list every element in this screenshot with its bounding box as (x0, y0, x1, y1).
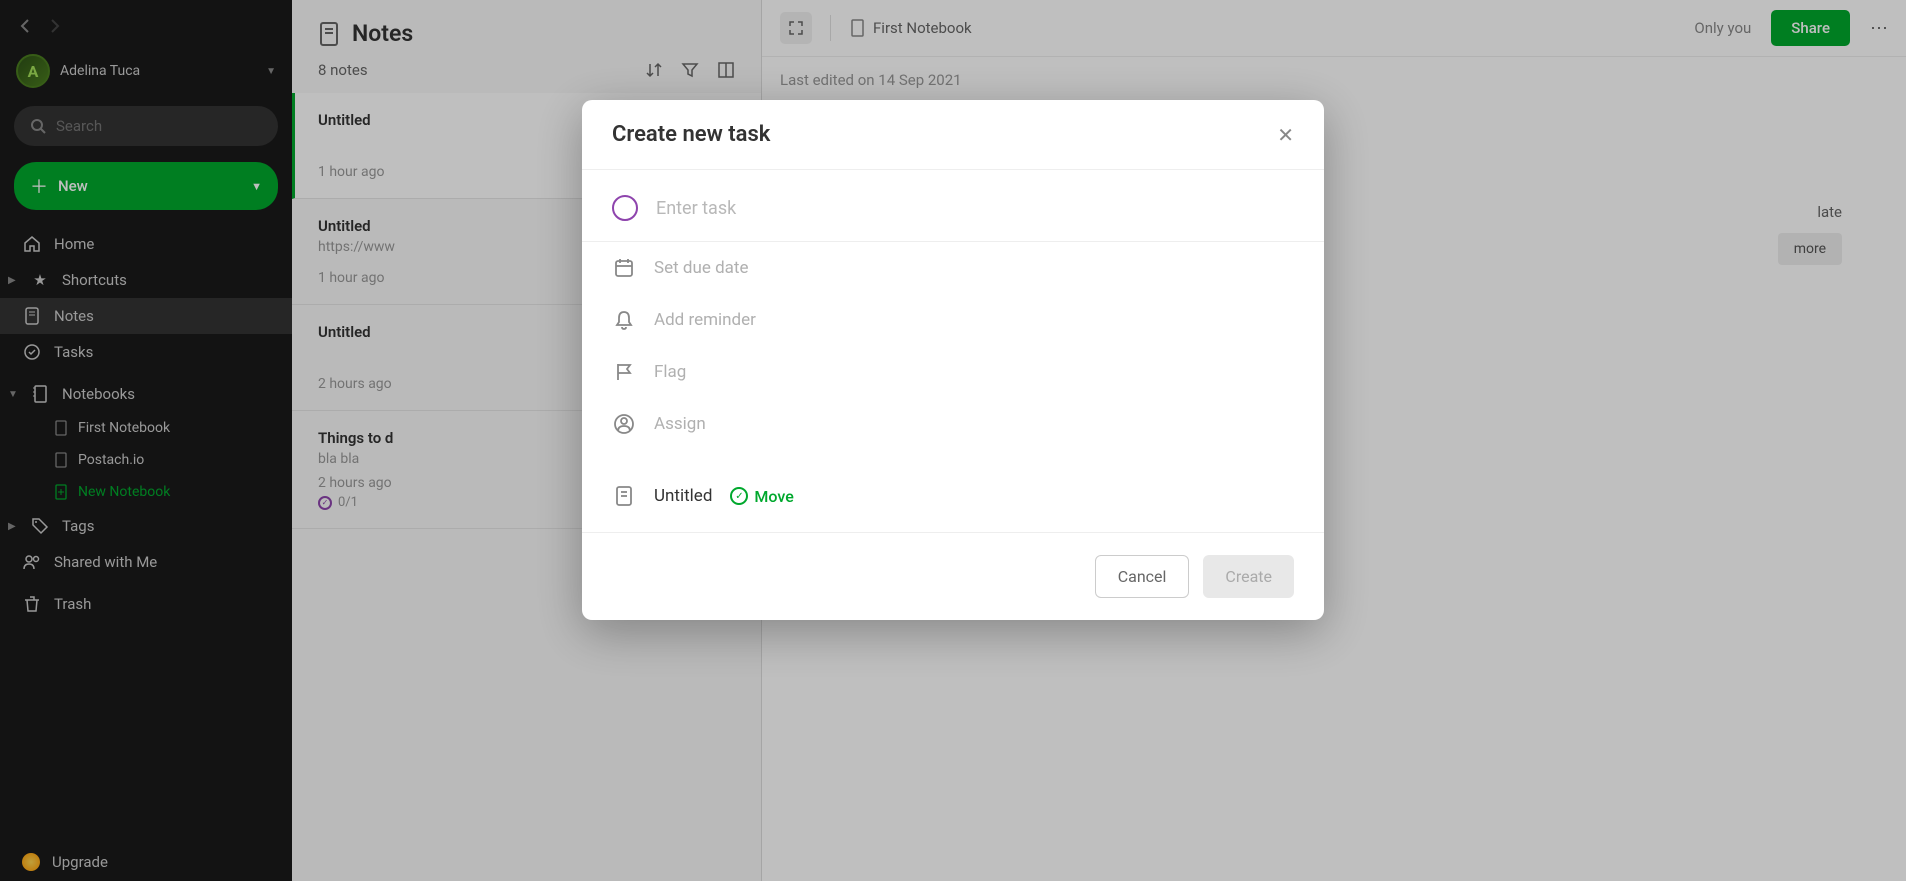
create-task-modal: Create new task ✕ Set due date Add remin… (582, 100, 1324, 620)
task-input-row (582, 180, 1324, 242)
note-icon (612, 485, 636, 507)
bell-icon (612, 309, 636, 331)
person-icon (612, 413, 636, 435)
move-label: Move (754, 487, 793, 506)
check-circle-icon: ✓ (730, 487, 748, 505)
assign-row[interactable]: Assign (582, 398, 1324, 450)
close-icon[interactable]: ✕ (1277, 123, 1294, 147)
due-date-label: Set due date (654, 258, 749, 278)
flag-icon (612, 361, 636, 383)
calendar-icon (612, 257, 636, 279)
note-name: Untitled (654, 486, 712, 506)
create-button[interactable]: Create (1203, 555, 1294, 598)
due-date-row[interactable]: Set due date (582, 242, 1324, 294)
cancel-button[interactable]: Cancel (1095, 555, 1190, 598)
task-input[interactable] (656, 198, 1294, 219)
reminder-row[interactable]: Add reminder (582, 294, 1324, 346)
modal-footer: Cancel Create (582, 532, 1324, 620)
modal-body: Set due date Add reminder Flag Assign (582, 170, 1324, 532)
note-row[interactable]: Untitled ✓ Move (582, 470, 1324, 522)
modal-backdrop: Create new task ✕ Set due date Add remin… (0, 0, 1906, 881)
move-button[interactable]: ✓ Move (730, 487, 793, 506)
modal-header: Create new task ✕ (582, 100, 1324, 170)
task-circle-icon[interactable] (612, 195, 638, 221)
reminder-label: Add reminder (654, 310, 756, 330)
modal-title: Create new task (612, 122, 770, 147)
flag-label: Flag (654, 362, 686, 382)
assign-label: Assign (654, 414, 706, 434)
flag-row[interactable]: Flag (582, 346, 1324, 398)
